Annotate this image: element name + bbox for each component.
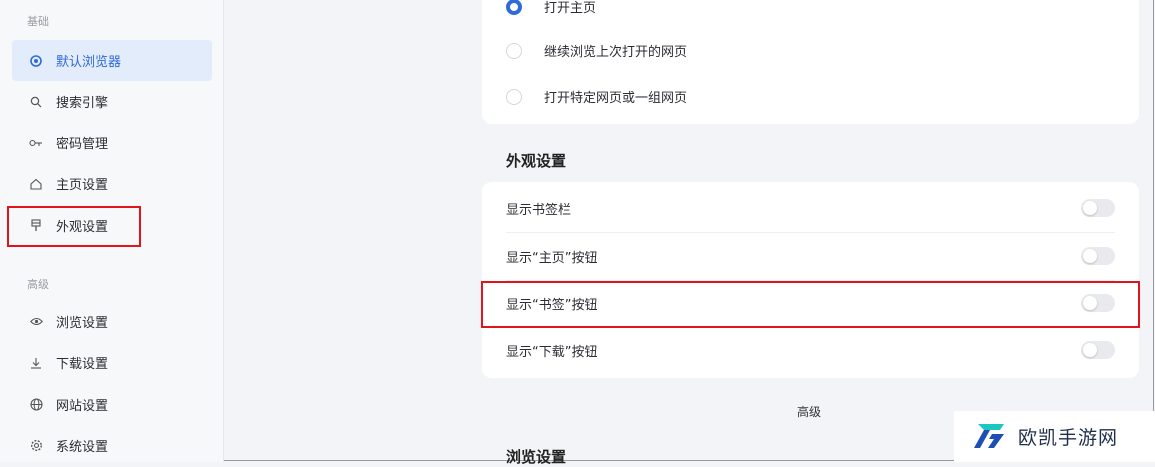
- setting-row-home-button: 显示“主页”按钮: [482, 233, 1139, 279]
- toggle-download-button[interactable]: [1081, 341, 1115, 359]
- radio-icon[interactable]: [506, 42, 522, 59]
- toggle-home-button[interactable]: [1081, 247, 1115, 265]
- sidebar-item-label: 系统设置: [56, 440, 109, 455]
- home-icon: [26, 178, 46, 190]
- radio-open-specific[interactable]: 打开特定网页或一组网页: [506, 87, 687, 106]
- eye-icon: [26, 317, 46, 326]
- sidebar-item-label: 下载设置: [56, 357, 109, 372]
- sidebar-item-password[interactable]: 密码管理: [12, 122, 212, 163]
- appearance-card: 显示书签栏 显示“主页”按钮 显示“书签”按钮 显示“下载”按钮: [482, 182, 1139, 378]
- startup-card: 打开主页 继续浏览上次打开的网页 打开特定网页或一组网页: [482, 0, 1139, 124]
- globe-icon: [26, 54, 46, 67]
- sidebar-item-label: 搜索引擎: [56, 96, 109, 111]
- sidebar-item-label: 密码管理: [56, 137, 109, 152]
- highlight-box-sidebar: [7, 206, 141, 247]
- sidebar-item-label: 浏览设置: [56, 316, 109, 331]
- radio-icon[interactable]: [506, 88, 522, 105]
- radio-checked-icon[interactable]: [506, 0, 522, 15]
- advanced-divider-label: 高级: [797, 405, 822, 419]
- sidebar-item-label: 网站设置: [56, 399, 109, 414]
- radio-continue-last[interactable]: 继续浏览上次打开的网页: [506, 41, 687, 60]
- sidebar-item-download[interactable]: 下载设置: [12, 342, 212, 383]
- sidebar-section-advanced: 高级: [27, 278, 49, 291]
- sidebar-item-label: 默认浏览器: [56, 55, 122, 70]
- sidebar-item-default-browser[interactable]: 默认浏览器: [12, 40, 212, 81]
- search-icon: [26, 96, 46, 108]
- sidebar-item-browsing[interactable]: 浏览设置: [12, 301, 212, 342]
- sidebar-item-label: 主页设置: [56, 178, 109, 193]
- globe-icon: [26, 398, 46, 411]
- watermark-text: 欧凯手游网: [1018, 427, 1119, 449]
- sidebar-item-system[interactable]: 系统设置: [12, 425, 212, 466]
- setting-row-download-button: 显示“下载”按钮: [482, 327, 1139, 373]
- toggle-bookmark-bar[interactable]: [1081, 199, 1115, 217]
- watermark-logo-icon: [970, 418, 1010, 456]
- radio-open-homepage[interactable]: 打开主页: [506, 0, 596, 16]
- sidebar-item-homepage[interactable]: 主页设置: [12, 163, 212, 204]
- sidebar-item-site[interactable]: 网站设置: [12, 384, 212, 425]
- sidebar-item-search-engine[interactable]: 搜索引擎: [12, 81, 212, 122]
- appearance-section-title: 外观设置: [506, 152, 567, 170]
- setting-row-bookmark-bar: 显示书签栏: [482, 185, 1139, 231]
- gear-icon: [26, 439, 46, 452]
- browsing-section-title: 浏览设置: [506, 448, 567, 466]
- sidebar-section-basic: 基础: [27, 15, 49, 28]
- key-icon: [26, 138, 46, 148]
- watermark: 欧凯手游网: [954, 411, 1155, 462]
- download-icon: [26, 357, 46, 369]
- highlight-box-bookmark-row: [481, 281, 1140, 328]
